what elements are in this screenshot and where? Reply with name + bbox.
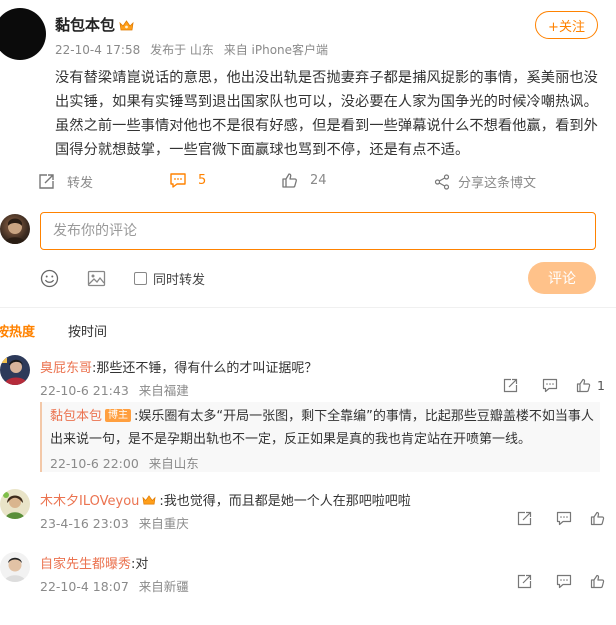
post-action-bar: 转发 5 24 分享这条博文 [0,172,616,194]
follow-button[interactable]: +关注 [535,11,598,39]
reply-date: 22-10-6 22:00 [50,456,139,471]
commenter-name[interactable]: 臭屁东哥 [40,361,92,376]
repost-checkbox-label: 同时转发 [153,272,206,288]
author-name[interactable]: 黏包本包 [55,14,115,35]
commenter-avatar[interactable] [0,355,30,385]
post-author[interactable]: 黏包本包 [55,14,134,35]
comment-like-count: 1 [597,378,605,393]
post-content: 没有替梁靖崑说话的意思，他出没出轨是否抛妻弃子都是捕风捉影的事情，奚美丽也没出实… [55,70,598,158]
comment-actions: 1 [503,378,605,393]
comment-text-line: 木木夕ILOVeyou :我也觉得，而且都是她一个人在那吧啦吧啦 [40,490,411,509]
comment-location: 来自新疆 [138,579,189,594]
like-count: 24 [310,173,327,188]
comment-count: 5 [198,173,207,188]
commenter-name[interactable]: 自家先生都曝秀 [40,557,131,572]
comment-location: 来自重庆 [138,516,189,531]
image-icon[interactable] [85,267,107,289]
emoji-icon[interactable] [38,267,60,289]
commenter-name[interactable]: 木木夕ILOVeyou [40,494,139,509]
post-location: 发布于 山东 [150,43,214,57]
reply-icon[interactable] [556,511,572,526]
reply-meta: 22-10-6 22:00 来自山东 [50,453,199,472]
comment-text-line: 臭屁东哥:那些还不锤，得有什么的才叫证据呢？ [40,357,317,376]
repost-icon[interactable] [503,378,518,393]
like-button[interactable]: 24 [281,172,327,189]
comment-text: :我也觉得，而且都是她一个人在那吧啦吧啦 [159,494,411,509]
commenter-avatar[interactable] [0,552,30,582]
comment-meta: 23-4-16 23:03 来自重庆 [40,513,189,532]
current-user-avatar[interactable] [0,214,30,244]
comment-date: 23-4-16 23:03 [40,516,129,531]
repost-icon[interactable] [517,574,532,589]
repost-icon [38,173,55,190]
comment-date: 22-10-4 18:07 [40,579,129,594]
comment-date: 22-10-6 21:43 [40,383,129,398]
reply-text: :娱乐圈有太多“开局一张图，剩下全靠编”的事情，比起那些豆瓣盖楼不如当事人出来说… [50,409,594,447]
tab-sort-hot[interactable]: 按热度 [0,321,35,340]
comment-meta: 22-10-6 21:43 来自福建 [40,380,189,399]
repost-checkbox[interactable] [134,271,147,285]
composer-toolbar: 同时转发 [38,266,205,290]
post-date[interactable]: 22-10-4 17:58 [55,43,140,57]
share-label: 分享这条博文 [458,176,537,191]
like-icon[interactable] [590,511,605,526]
commenter-avatar[interactable] [0,489,30,519]
comment-text-line: 自家先生都曝秀:对 [40,553,148,572]
reply-icon[interactable] [542,378,558,393]
submit-comment-button[interactable]: 评论 [528,262,596,294]
share-icon [434,173,450,190]
nested-reply-text: 黏包本包 博主:娱乐圈有太多“开局一张图，剩下全靠编”的事情，比起那些豆瓣盖楼不如… [50,405,598,451]
repost-icon[interactable] [517,511,532,526]
comment-text: :对 [131,557,149,572]
comment-meta: 22-10-4 18:07 来自新疆 [40,576,189,595]
like-icon [281,172,298,189]
comment-button[interactable]: 5 [169,172,206,189]
author-avatar[interactable] [0,8,46,60]
like-icon[interactable] [590,574,605,589]
comment-actions [517,574,605,589]
reply-icon[interactable] [556,574,572,589]
crown-icon [119,18,134,31]
comment-input[interactable] [40,212,596,250]
comment-actions [517,511,605,526]
comment-text: :那些还不锤，得有什么的才叫证据呢？ [92,361,318,376]
repost-label: 转发 [67,176,94,191]
tab-sort-time[interactable]: 按时间 [68,321,107,340]
post-source: 来自 iPhone客户端 [223,43,329,57]
share-button[interactable]: 分享这条博文 [434,172,536,191]
post-meta: 22-10-4 17:58 发布于 山东 来自 iPhone客户端 [55,41,334,58]
comment-location: 来自福建 [138,383,189,398]
author-badge: 博主 [105,409,132,422]
comment-icon [169,172,187,189]
crown-icon [142,494,156,506]
repost-button[interactable]: 转发 [38,172,93,191]
reply-location: 来自山东 [148,456,199,471]
reply-author-name[interactable]: 黏包本包 [50,409,102,424]
like-button[interactable]: 1 [576,378,605,393]
divider [0,307,616,308]
